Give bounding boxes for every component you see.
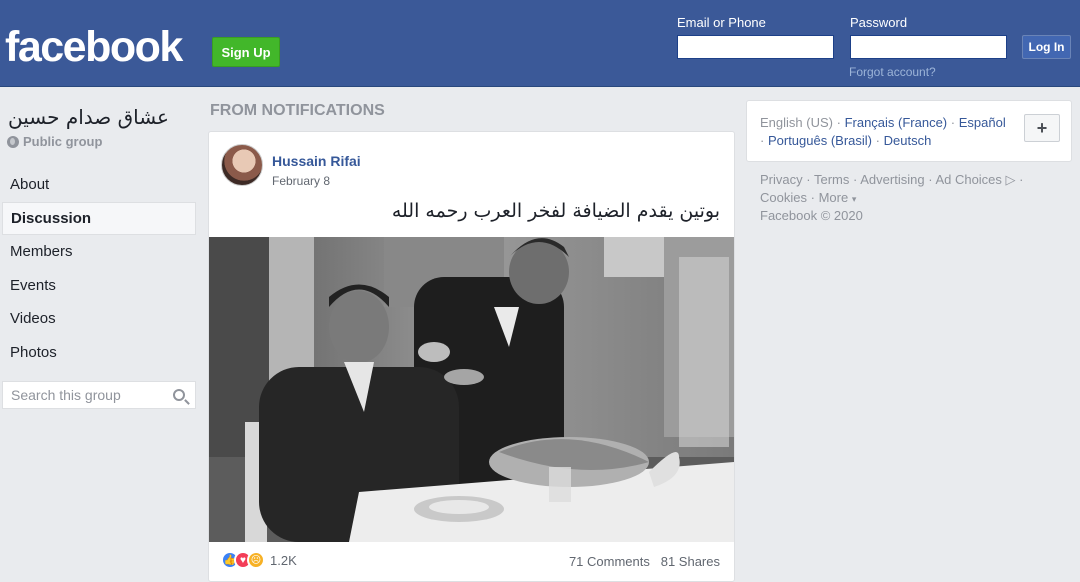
post-card: Hussain Rifai February 8 بوتين يقدم الضي… (208, 131, 735, 582)
language-spanish[interactable]: Español (959, 115, 1006, 130)
post-author[interactable]: Hussain Rifai (272, 153, 361, 169)
nav-events[interactable]: Events (2, 269, 196, 303)
search-icon[interactable] (173, 389, 185, 401)
group-search-input[interactable]: Search this group (2, 381, 196, 409)
section-title: FROM NOTIFICATIONS (210, 102, 385, 119)
reaction-count[interactable]: 1.2K (270, 553, 297, 568)
footer-cookies-link[interactable]: Cookies (760, 190, 807, 205)
password-input[interactable] (850, 35, 1007, 59)
footer-terms-link[interactable]: Terms (814, 172, 849, 187)
password-label: Password (850, 15, 908, 30)
globe-icon (7, 135, 19, 148)
shares-link[interactable]: 81 Shares (661, 554, 720, 569)
language-french[interactable]: Français (France) (845, 115, 948, 130)
author-avatar[interactable] (221, 144, 263, 186)
nav-members[interactable]: Members (2, 235, 196, 269)
nav-videos[interactable]: Videos (2, 302, 196, 336)
forgot-account-link[interactable]: Forgot account? (849, 65, 936, 79)
caret-down-icon: ▾ (851, 194, 857, 204)
language-row-2: · Português (Brasil) · Deutsch (760, 133, 932, 148)
email-label: Email or Phone (677, 15, 766, 30)
adchoices-icon: ▷ (1005, 172, 1016, 187)
footer-links-row-1: Privacy · Terms · Advertising · Ad Choic… (760, 172, 1024, 187)
post-engagement: 71 Comments 81 Shares (569, 554, 720, 569)
post-date[interactable]: February 8 (272, 174, 330, 188)
nav-about[interactable]: About (2, 168, 196, 202)
nav-photos[interactable]: Photos (2, 336, 196, 370)
log-in-button[interactable]: Log In (1022, 35, 1071, 59)
post-photo[interactable] (209, 237, 734, 542)
footer-privacy-link[interactable]: Privacy (760, 172, 803, 187)
language-selector: English (US) · Français (France) · Españ… (746, 100, 1072, 162)
language-german[interactable]: Deutsch (884, 133, 932, 148)
language-portuguese[interactable]: Português (Brasil) (768, 133, 872, 148)
group-privacy: Public group (7, 134, 102, 149)
footer-more-link[interactable]: More (819, 190, 849, 205)
group-nav: About Discussion Members Events Videos P… (2, 168, 196, 369)
footer-links-row-2: Cookies · More ▾ (760, 190, 857, 205)
sign-up-button[interactable]: Sign Up (212, 37, 280, 67)
nav-discussion[interactable]: Discussion (2, 201, 196, 235)
more-languages-button[interactable]: + (1024, 114, 1060, 142)
current-language: English (US) (760, 115, 833, 130)
post-text: بوتين يقدم الضيافة لفخر العرب رحمه الله (391, 200, 720, 222)
search-placeholder: Search this group (11, 387, 121, 403)
group-name[interactable]: عشاق صدام حسين (8, 105, 169, 129)
facebook-logo[interactable]: facebook (5, 26, 183, 69)
sad-reaction-icon: ☹ (247, 551, 265, 569)
top-bar: facebook Sign Up Email or Phone Password… (0, 0, 1080, 87)
copyright: Facebook © 2020 (760, 208, 863, 223)
language-row-1: English (US) · Français (France) · Españ… (760, 115, 1006, 130)
reaction-summary[interactable]: 👍 ♥ ☹ 1.2K (221, 551, 297, 569)
footer-advertising-link[interactable]: Advertising (860, 172, 924, 187)
post-photo-image (209, 237, 734, 542)
email-input[interactable] (677, 35, 834, 59)
footer-adchoices-link[interactable]: Ad Choices (935, 172, 1001, 187)
group-privacy-label: Public group (23, 134, 103, 149)
comments-link[interactable]: 71 Comments (569, 554, 650, 569)
